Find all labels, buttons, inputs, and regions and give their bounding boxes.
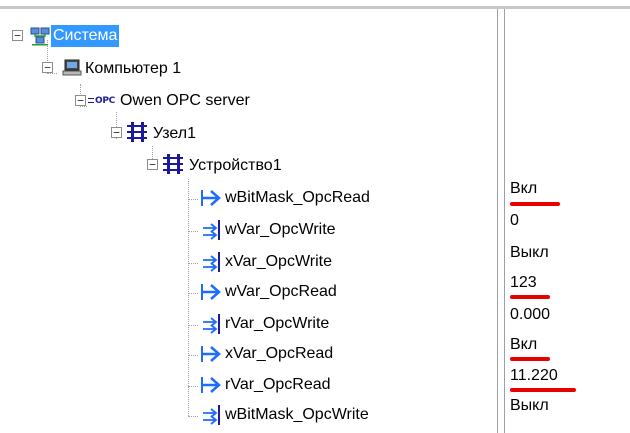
variable-value: 123 bbox=[510, 274, 537, 291]
tree-item-label[interactable]: wVar_OpcWrite bbox=[225, 219, 336, 241]
computer-icon bbox=[62, 59, 82, 82]
tree-item-label[interactable]: Owen OPC server bbox=[120, 90, 250, 112]
tree-view[interactable]: − Система − Компьютер 1 − OPC Owen OPC s… bbox=[4, 9, 494, 433]
network-system-icon bbox=[30, 26, 50, 51]
tree-connector bbox=[188, 231, 198, 232]
variable-value: Вкл bbox=[510, 180, 538, 197]
tree-item-label[interactable]: Система bbox=[51, 25, 120, 47]
tree-item-label[interactable]: Устройство1 bbox=[189, 155, 282, 177]
tree-item-label[interactable]: wBitMask_OpcRead bbox=[225, 187, 370, 209]
variable-value: Выкл bbox=[510, 397, 549, 414]
tree-item-label[interactable]: xVar_OpcWrite bbox=[225, 251, 332, 273]
read-arrow-icon bbox=[200, 374, 222, 401]
tree-item-label[interactable]: rVar_OpcRead bbox=[225, 374, 331, 396]
variable-value: 11.220 bbox=[510, 367, 558, 384]
read-arrow-icon bbox=[200, 281, 222, 308]
red-underline-annotation bbox=[510, 357, 550, 361]
tree-connector bbox=[188, 179, 189, 416]
collapse-toggle[interactable]: − bbox=[12, 30, 23, 41]
read-arrow-icon bbox=[200, 343, 222, 370]
write-arrow-icon bbox=[200, 251, 222, 278]
write-arrow-icon bbox=[200, 313, 222, 340]
write-arrow-icon bbox=[200, 404, 222, 431]
collapse-toggle[interactable]: − bbox=[42, 62, 53, 73]
tree-item-label[interactable]: wBitMask_OpcWrite bbox=[225, 404, 369, 426]
tree-connector bbox=[188, 386, 198, 387]
tree-item-label[interactable]: xVar_OpcRead bbox=[225, 343, 333, 365]
splitter-line bbox=[504, 9, 505, 433]
red-underline-annotation bbox=[510, 295, 550, 299]
write-arrow-icon bbox=[200, 219, 222, 246]
tree-connector bbox=[188, 293, 198, 294]
column-splitter[interactable] bbox=[494, 9, 508, 433]
collapse-toggle[interactable]: − bbox=[147, 159, 158, 170]
device-icon bbox=[162, 153, 184, 180]
tree-item-label[interactable]: rVar_OpcWrite bbox=[225, 313, 329, 335]
tree-connector bbox=[188, 325, 198, 326]
tree-item-label[interactable]: Узел1 bbox=[153, 123, 196, 145]
opc-server-icon: OPC bbox=[88, 96, 115, 106]
read-arrow-icon bbox=[200, 187, 222, 214]
collapse-toggle[interactable]: − bbox=[75, 95, 86, 106]
tree-item-label[interactable]: Компьютер 1 bbox=[85, 58, 181, 80]
splitter-line bbox=[497, 9, 498, 433]
variable-value: Выкл bbox=[510, 244, 549, 261]
value-column: Вкл 0 Выкл 123 0.000 Вкл 11.220 Выкл bbox=[508, 9, 630, 433]
tree-connector bbox=[188, 199, 198, 200]
variable-value: 0 bbox=[510, 212, 519, 229]
tree-item-label[interactable]: wVar_OpcRead bbox=[225, 281, 337, 303]
collapse-toggle[interactable]: − bbox=[111, 127, 122, 138]
red-underline-annotation bbox=[510, 202, 560, 206]
red-underline-annotation bbox=[510, 388, 576, 392]
tree-connector bbox=[188, 355, 198, 356]
node-icon bbox=[126, 121, 148, 148]
variable-value: 0.000 bbox=[510, 306, 551, 323]
tree-connector bbox=[188, 263, 198, 264]
tree-connector bbox=[188, 416, 198, 417]
variable-value: Вкл bbox=[510, 336, 538, 353]
